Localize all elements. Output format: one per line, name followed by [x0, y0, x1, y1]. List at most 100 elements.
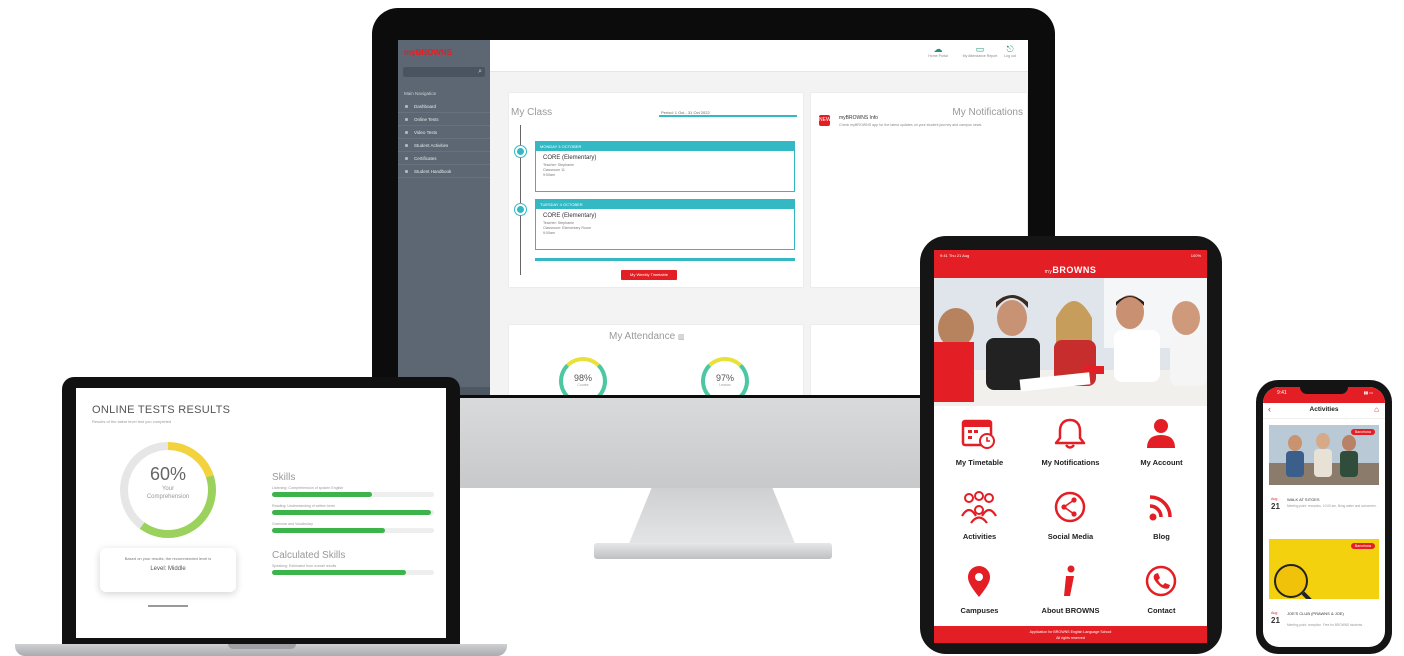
phone-notch: [1300, 386, 1348, 394]
status-time: 9:41 Thu 21 Aug: [940, 253, 970, 258]
map-pin-icon: [968, 566, 990, 597]
menu-tile-campuses[interactable]: Campuses: [934, 554, 1025, 628]
menu-tile-notifications[interactable]: My Notifications: [1025, 406, 1116, 480]
event-meta: Meeting point: reception. Free for BROWN…: [1287, 623, 1364, 627]
class-date: TUESDAY 4 OCTOBER: [536, 200, 794, 209]
class-date: MONDAY 3 OCTOBER: [536, 142, 794, 151]
donut-value: 60%: [149, 464, 187, 484]
topbar-label: Home Portal: [928, 54, 948, 58]
app-brand-header: myBROWNS: [934, 262, 1207, 278]
tile-label: My Timetable: [955, 458, 1004, 467]
topbar-label: Log out: [1004, 54, 1016, 58]
menu-tile-timetable[interactable]: My Timetable: [934, 406, 1025, 480]
gauge-value: 97%: [715, 373, 734, 383]
phone-activities-screen: 9:41 ▮▮ ▭ ‹ Activities ⌂ Barcelona Aug 2…: [1263, 387, 1385, 647]
tile-label: My Notifications: [1041, 458, 1100, 467]
phone-icon: [1145, 565, 1177, 597]
my-attendance-card: My Attendance ▥ 98% Course 97% Lesson: [508, 324, 804, 395]
event-title[interactable]: JOE'S CLUB (PRAWNS & JOE): [1287, 611, 1377, 616]
skill-label: Grammar and Vocabulary: [272, 522, 313, 526]
timeline-dot: [515, 146, 526, 157]
class-teacher: Teacher: Stephanie: [543, 163, 574, 167]
search-icon[interactable]: ⌕: [478, 67, 482, 77]
menu-tile-blog[interactable]: Blog: [1116, 480, 1207, 554]
laptop-notch: [228, 644, 296, 649]
home-portal-button[interactable]: ☁ Home Portal: [918, 44, 958, 59]
details-link[interactable]: [148, 605, 188, 607]
user-icon: [1147, 419, 1175, 448]
timeline-dot: [515, 204, 526, 215]
notification-title[interactable]: myBROWNS Info: [839, 115, 878, 121]
calendar-icon: [961, 419, 995, 449]
skill-track: [272, 528, 434, 533]
sidebar-item-dashboard[interactable]: Dashboard: [398, 100, 490, 113]
class-entry[interactable]: MONDAY 3 OCTOBER CORE (Elementary) Teach…: [535, 141, 795, 192]
sidebar-item-video-tests[interactable]: Video Tests: [398, 126, 490, 139]
skill-label: Listening: Comprehension of spoken Engli…: [272, 486, 344, 490]
dashboard-logo[interactable]: myBROWNS: [398, 40, 490, 61]
skill-bar: [272, 492, 373, 497]
notification-icon: NEW: [819, 115, 831, 126]
my-notifications-title: My Notifications: [952, 107, 1023, 118]
sidebar-item-online-tests[interactable]: Online Tests: [398, 113, 490, 126]
tile-label: Blog: [1153, 532, 1170, 541]
event-day: 21: [1271, 616, 1280, 625]
gauge-label: Lesson: [719, 383, 731, 387]
tile-label: My Account: [1140, 458, 1183, 467]
sidebar-item-student-activities[interactable]: Student Activities: [398, 139, 490, 152]
device-mockup-stage: myBROWNS ⌕ Main Navigation Dashboard Onl…: [0, 0, 1404, 656]
menu-tile-contact[interactable]: Contact: [1116, 554, 1207, 628]
event-meta: Meeting point: reception, 10:00 am. Brin…: [1287, 504, 1377, 508]
monitor-stand-base: [594, 543, 832, 559]
logout-button[interactable]: ⎋ Log out: [995, 44, 1025, 59]
skill-label: Speaking: Estimated from overall results: [272, 564, 337, 568]
signal-battery-icon: ▮▮ ▭: [1363, 390, 1373, 395]
sidebar-item-certificates[interactable]: Certificates: [398, 152, 490, 165]
menu-tile-social-media[interactable]: Social Media: [1025, 480, 1116, 554]
footer-line: All rights reserved: [1056, 636, 1085, 640]
attendance-gauge: 98% Course: [559, 357, 607, 395]
sidebar-item-student-handbook[interactable]: Student Handbook: [398, 165, 490, 178]
attendance-report-button[interactable]: ▭ My Attendance Report: [960, 44, 1000, 59]
tablet-status-bar: 9:41 Thu 21 Aug 100%: [934, 250, 1207, 262]
my-attendance-title: My Attendance ▥: [609, 331, 685, 342]
activity-image[interactable]: Barcelona: [1269, 539, 1379, 599]
weekly-timetable-button[interactable]: My Weekly Timetable: [621, 270, 677, 280]
menu-tile-activities[interactable]: Activities: [934, 480, 1025, 554]
menu-tile-account[interactable]: My Account: [1116, 406, 1207, 480]
activity-image[interactable]: Barcelona: [1269, 425, 1379, 485]
recommended-level: Level: Middle: [150, 566, 186, 572]
skill-row: Speaking: Estimated from overall results: [272, 564, 434, 575]
menu-tile-about[interactable]: About BROWNS: [1025, 554, 1116, 628]
sidebar-search-input[interactable]: ⌕: [403, 67, 485, 77]
attendance-gauge: 97% Lesson: [701, 357, 749, 395]
my-class-title: My Class: [511, 107, 553, 118]
term-select[interactable]: Period: 1 Oct - 31 Oct 2022: [659, 109, 797, 117]
comprehension-donut: 60% Your Comprehension: [120, 442, 216, 538]
class-time: 9:00am: [543, 173, 555, 177]
sidebar-section-label: Main Navigation: [404, 91, 437, 96]
class-name: CORE (Elementary): [543, 155, 597, 161]
phone-navbar: ‹ Activities ⌂: [1263, 403, 1385, 419]
skill-bar: [272, 510, 431, 515]
class-teacher: Teacher: Stephanie: [543, 221, 574, 225]
screen-title: Activities: [1309, 406, 1339, 413]
event-month: Aug: [1271, 497, 1278, 501]
gauge-value: 98%: [573, 373, 592, 383]
students-photo-illustration: [934, 278, 1207, 406]
next-class-edge: [535, 258, 795, 261]
dashboard-topbar: ☁ Home Portal ▭ My Attendance Report ⎋ Log …: [490, 40, 1028, 72]
skills-heading: Skills: [272, 472, 296, 483]
my-class-card: My Class Period: 1 Oct - 31 Oct 2022 MON…: [508, 92, 804, 288]
tile-label: Activities: [962, 532, 997, 541]
skill-bar: [272, 528, 386, 533]
skill-track: [272, 570, 434, 575]
event-title[interactable]: WALK AT SITGES: [1287, 497, 1377, 502]
topbar-label: My Attendance Report: [962, 54, 998, 58]
skill-label: Reading: Understanding of written texts: [272, 504, 335, 508]
tile-label: Contact: [1147, 606, 1176, 615]
class-entry[interactable]: TUESDAY 4 OCTOBER CORE (Elementary) Teac…: [535, 199, 795, 250]
home-icon[interactable]: ⌂: [1374, 405, 1379, 414]
campus-badge: Barcelona: [1350, 429, 1375, 435]
skill-track: [272, 492, 434, 497]
